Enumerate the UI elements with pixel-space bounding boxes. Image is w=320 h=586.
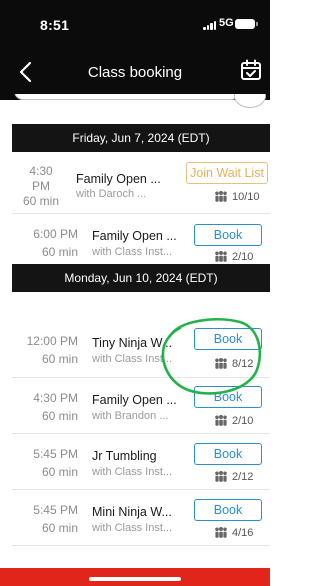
filter-button[interactable] bbox=[234, 94, 266, 108]
day-header: Friday, Jun 7, 2024 (EDT) bbox=[12, 124, 270, 152]
people-icon bbox=[215, 471, 227, 482]
class-booking-screen: 8:51 5G Class booking Friday, Jun 7, 202… bbox=[0, 0, 270, 586]
class-name: Tiny Ninja W... bbox=[92, 336, 173, 350]
capacity-count: 2/12 bbox=[232, 471, 254, 483]
capacity: 2/10 bbox=[214, 415, 253, 427]
class-instructor: with Brandon ... bbox=[92, 410, 169, 422]
day-header: Monday, Jun 10, 2024 (EDT) bbox=[12, 264, 270, 292]
capacity: 2/12 bbox=[214, 471, 253, 483]
home-indicator[interactable] bbox=[89, 577, 181, 581]
network-type: 5G bbox=[219, 17, 234, 29]
top-bar: 8:51 5G Class booking bbox=[0, 0, 270, 100]
calendar-check-icon[interactable] bbox=[240, 59, 262, 81]
join-waitlist-button[interactable]: Join Wait List bbox=[186, 162, 268, 184]
book-button[interactable]: Book bbox=[194, 386, 262, 408]
class-time: 5:45 PM bbox=[33, 447, 78, 461]
people-icon bbox=[215, 358, 227, 369]
class-duration: 60 min bbox=[41, 521, 78, 535]
capacity: 2/10 bbox=[214, 251, 253, 263]
class-name: Jr Tumbling bbox=[92, 449, 157, 463]
battery-icon bbox=[235, 19, 258, 29]
capacity: 8/12 bbox=[214, 358, 253, 370]
class-duration: 60 min bbox=[41, 245, 78, 259]
book-button[interactable]: Book bbox=[194, 443, 262, 465]
schedule-list[interactable]: Friday, Jun 7, 2024 (EDT) 4:30 PM 60 min… bbox=[0, 94, 270, 586]
capacity-count: 10/10 bbox=[232, 191, 260, 203]
people-icon bbox=[215, 251, 227, 262]
class-duration: 60 min bbox=[41, 465, 78, 479]
class-duration: 60 min bbox=[22, 194, 60, 208]
class-row: 5:45 PM 60 min Jr Tumbling with Class In… bbox=[12, 434, 270, 490]
class-row: 5:45 PM 60 min Mini Ninja W... with Clas… bbox=[12, 490, 270, 546]
capacity-count: 2/10 bbox=[232, 251, 254, 263]
class-duration: 60 min bbox=[41, 409, 78, 423]
people-icon bbox=[215, 527, 227, 538]
signal-icon bbox=[203, 21, 217, 30]
class-instructor: with Class Inst... bbox=[92, 466, 173, 478]
class-name: Family Open ... bbox=[92, 229, 177, 243]
book-button[interactable]: Book bbox=[194, 499, 262, 521]
people-icon bbox=[215, 415, 227, 426]
class-time: 12:00 PM bbox=[26, 334, 78, 348]
status-bar: 8:51 5G bbox=[0, 0, 270, 44]
capacity-count: 8/12 bbox=[232, 358, 254, 370]
class-row: 4:30 PM 60 min Family Open ... with Daro… bbox=[12, 152, 270, 214]
capacity-count: 4/16 bbox=[232, 527, 254, 539]
class-instructor: with Class Inst... bbox=[92, 246, 173, 258]
class-time: 6:00 PM bbox=[33, 227, 78, 241]
class-row: 12:00 PM 60 min Tiny Ninja W... with Cla… bbox=[12, 320, 270, 378]
status-time: 8:51 bbox=[40, 17, 70, 33]
class-time: 4:30 PM bbox=[29, 164, 53, 193]
class-instructor: with Daroch ... bbox=[76, 188, 147, 200]
class-time: 4:30 PM bbox=[33, 391, 78, 405]
book-button[interactable]: Book bbox=[194, 224, 262, 246]
people-icon bbox=[215, 191, 227, 202]
class-name: Family Open ... bbox=[76, 172, 161, 186]
nav-bar: Class booking bbox=[0, 50, 270, 94]
search-field[interactable] bbox=[14, 94, 240, 100]
class-row: 6:00 PM 60 min Family Open ... with Clas… bbox=[12, 214, 270, 270]
capacity-count: 2/10 bbox=[232, 415, 254, 427]
capacity: 10/10 bbox=[214, 191, 260, 203]
class-name: Mini Ninja W... bbox=[92, 505, 172, 519]
class-time: 5:45 PM bbox=[33, 503, 78, 517]
book-button[interactable]: Book bbox=[194, 328, 262, 350]
capacity: 4/16 bbox=[214, 527, 253, 539]
class-name: Family Open ... bbox=[92, 393, 177, 407]
page-title: Class booking bbox=[87, 64, 183, 81]
class-instructor: with Class Inst... bbox=[92, 353, 173, 365]
class-instructor: with Class Inst... bbox=[92, 522, 173, 534]
class-row: 4:30 PM 60 min Family Open ... with Bran… bbox=[12, 378, 270, 434]
class-duration: 60 min bbox=[41, 352, 78, 366]
